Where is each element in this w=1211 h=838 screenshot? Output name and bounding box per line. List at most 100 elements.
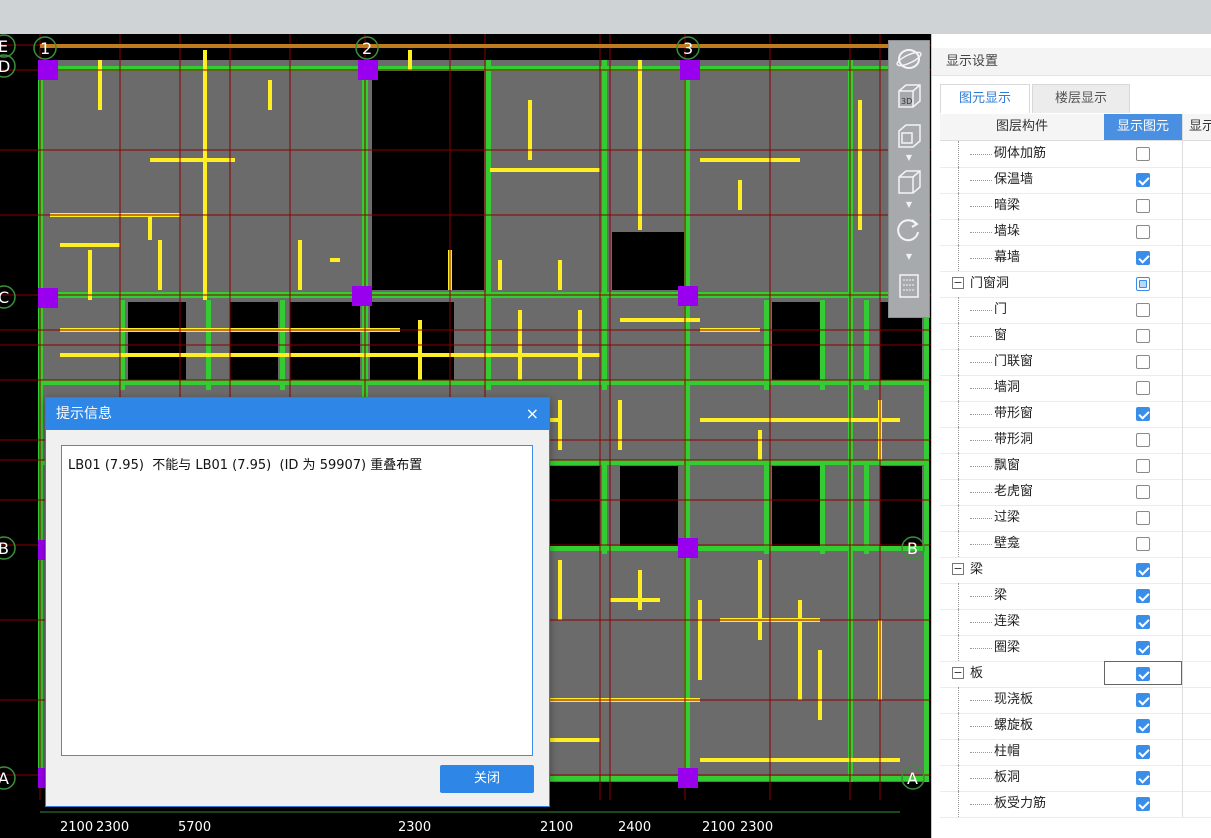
column-divider [1182, 609, 1183, 635]
show-element-checkbox[interactable] [1136, 589, 1150, 603]
tree-connector [958, 713, 960, 739]
layer-row-label: 飘窗 [994, 458, 1021, 473]
layer-row[interactable]: 连梁 [940, 609, 1211, 636]
close-button[interactable]: 关闭 [440, 765, 534, 793]
collapse-icon[interactable]: − [952, 277, 964, 289]
show-element-checkbox[interactable] [1136, 329, 1150, 343]
view-3d-icon[interactable]: 3D [894, 81, 924, 109]
tree-connector [970, 622, 992, 624]
column-divider [1182, 739, 1183, 765]
column-divider [1182, 193, 1183, 219]
tree-connector [958, 427, 960, 453]
layer-row[interactable]: 飘窗 [940, 453, 1211, 480]
show-element-checkbox[interactable] [1136, 719, 1150, 733]
layer-row[interactable]: 窗 [940, 323, 1211, 350]
tree-connector [958, 609, 960, 635]
column-header-component[interactable]: 图层构件 [940, 114, 1104, 140]
show-element-checkbox[interactable] [1136, 251, 1150, 265]
chevron-down-icon[interactable]: ▼ [904, 154, 914, 162]
dimension-label: 2100 [540, 820, 574, 835]
layer-row[interactable]: 幕墙 [940, 245, 1211, 272]
layer-row[interactable]: 暗梁 [940, 193, 1211, 220]
tab-element-display[interactable]: 图元显示 [940, 84, 1030, 113]
chevron-down-icon[interactable]: ▼ [904, 201, 914, 209]
show-element-checkbox[interactable] [1136, 225, 1150, 239]
layer-row[interactable]: 老虎窗 [940, 479, 1211, 506]
view-front-icon[interactable] [894, 121, 924, 149]
dimension-label: 5700 [178, 820, 212, 835]
layer-row-label: 梁 [994, 588, 1008, 603]
tree-connector [958, 297, 960, 323]
layer-row[interactable]: 墙洞 [940, 375, 1211, 402]
layers-icon[interactable] [894, 271, 924, 299]
layer-row-label: 老虎窗 [994, 484, 1034, 499]
show-element-checkbox[interactable] [1136, 745, 1150, 759]
layer-row-label: 板受力筋 [994, 796, 1047, 811]
layer-row-label: 圈梁 [994, 640, 1021, 655]
show-element-checkbox[interactable] [1136, 459, 1150, 473]
layer-row[interactable]: 圈梁 [940, 635, 1211, 662]
layer-row[interactable]: − 梁 [940, 557, 1211, 584]
collapse-icon[interactable]: − [952, 563, 964, 575]
opening [550, 466, 600, 546]
layer-row-label: 保温墙 [994, 172, 1034, 187]
opening [772, 302, 820, 382]
layer-row-label: 壁龛 [994, 536, 1021, 551]
layer-row[interactable]: 柱帽 [940, 739, 1211, 766]
tab-floor-display[interactable]: 楼层显示 [1032, 84, 1130, 113]
layer-row[interactable]: 砌体加筋 [940, 141, 1211, 168]
chevron-down-icon[interactable]: ▼ [904, 253, 914, 261]
show-element-checkbox[interactable] [1136, 433, 1150, 447]
layer-row[interactable]: 墙垛 [940, 219, 1211, 246]
rotate-icon[interactable] [894, 215, 924, 243]
show-element-checkbox[interactable] [1136, 641, 1150, 655]
column-divider [1182, 245, 1183, 271]
layer-row[interactable]: − 门窗洞 [940, 271, 1211, 298]
show-element-checkbox[interactable] [1136, 277, 1150, 291]
layer-row[interactable]: 板受力筋 [940, 791, 1211, 818]
view-iso-icon[interactable] [894, 167, 924, 195]
layer-row[interactable]: 门联窗 [940, 349, 1211, 376]
layer-row[interactable]: 螺旋板 [940, 713, 1211, 740]
show-element-checkbox[interactable] [1136, 147, 1150, 161]
opening [612, 232, 684, 290]
layer-row[interactable]: 过梁 [940, 505, 1211, 532]
dialog-message-box[interactable]: LB01 (7.95) 不能与 LB01 (7.95) (ID 为 59907)… [61, 445, 533, 756]
axis-label: 3 [683, 39, 693, 58]
layer-row[interactable]: 壁龛 [940, 531, 1211, 558]
show-element-checkbox[interactable] [1136, 355, 1150, 369]
show-element-checkbox[interactable] [1136, 797, 1150, 811]
layer-row[interactable]: 梁 [940, 583, 1211, 610]
layer-row[interactable]: 板洞 [940, 765, 1211, 792]
orbit-icon[interactable] [894, 45, 924, 73]
show-element-checkbox[interactable] [1136, 563, 1150, 577]
column-header-show-name[interactable]: 显示 [1182, 114, 1211, 140]
show-element-checkbox[interactable] [1136, 407, 1150, 421]
show-element-checkbox[interactable] [1136, 173, 1150, 187]
layer-row[interactable]: 带形窗 [940, 401, 1211, 428]
layer-row[interactable]: 带形洞 [940, 427, 1211, 454]
layer-row[interactable]: 门 [940, 297, 1211, 324]
close-icon[interactable]: × [526, 398, 539, 430]
layer-row[interactable]: 保温墙 [940, 167, 1211, 194]
show-element-checkbox[interactable] [1136, 615, 1150, 629]
collapse-icon[interactable]: − [952, 667, 964, 679]
show-element-checkbox[interactable] [1136, 667, 1150, 681]
tree-connector [958, 505, 960, 531]
show-element-checkbox[interactable] [1136, 693, 1150, 707]
show-element-checkbox[interactable] [1136, 771, 1150, 785]
column-header-show-element[interactable]: 显示图元 [1104, 114, 1182, 140]
show-element-checkbox[interactable] [1136, 199, 1150, 213]
layer-row[interactable]: 现浇板 [940, 687, 1211, 714]
show-element-checkbox[interactable] [1136, 485, 1150, 499]
layer-row-label: 砌体加筋 [994, 146, 1047, 161]
layer-row[interactable]: − 板 [940, 661, 1211, 688]
column-divider [1182, 401, 1183, 427]
show-element-checkbox[interactable] [1136, 381, 1150, 395]
show-element-checkbox[interactable] [1136, 511, 1150, 525]
axis-label: A [907, 769, 918, 788]
show-element-checkbox[interactable] [1136, 537, 1150, 551]
tree-connector [970, 232, 992, 234]
show-element-checkbox[interactable] [1136, 303, 1150, 317]
dimension-label: 2300 [96, 820, 130, 835]
